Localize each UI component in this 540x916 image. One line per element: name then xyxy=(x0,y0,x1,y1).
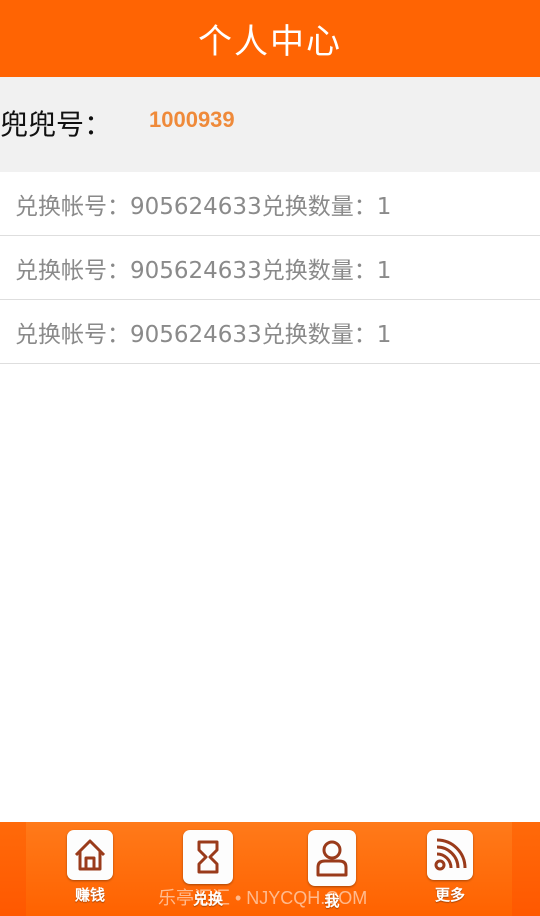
tab-label: 更多 xyxy=(434,886,465,904)
exchange-record-list: 兑换帐号：905624633兑换数量：1 兑换帐号：905624633兑换数量：… xyxy=(0,172,540,364)
watermark: 乐亭汇汇 • NJYCQH.COM xyxy=(158,888,368,908)
tab-label: 赚钱 xyxy=(74,886,105,904)
list-item: 兑换帐号：905624633兑换数量：1 xyxy=(0,172,540,236)
rss-icon xyxy=(427,830,473,880)
app-header: 个人中心 xyxy=(0,0,540,77)
home-icon xyxy=(67,830,113,880)
account-label: 兜兜号： xyxy=(0,108,113,141)
account-bar: 兜兜号： 1000939 xyxy=(0,77,540,172)
account-value: 1000939 xyxy=(149,107,235,132)
list-item: 兑换帐号：905624633兑换数量：1 xyxy=(0,300,540,364)
tab-more[interactable]: 更多 xyxy=(415,830,485,916)
record-text: 兑换帐号：905624633兑换数量：1 xyxy=(15,257,392,284)
tab-earn[interactable]: 赚钱 xyxy=(55,830,125,916)
list-item: 兑换帐号：905624633兑换数量：1 xyxy=(0,236,540,300)
page-title: 个人中心 xyxy=(198,22,342,62)
user-icon xyxy=(308,830,356,886)
exchange-icon xyxy=(183,830,233,884)
record-text: 兑换帐号：905624633兑换数量：1 xyxy=(15,193,392,220)
bottom-tab-bar: 赚钱 兑换 我 更多 乐亭汇汇 • NJYCQH.COM xyxy=(0,822,540,916)
record-text: 兑换帐号：905624633兑换数量：1 xyxy=(15,321,392,348)
